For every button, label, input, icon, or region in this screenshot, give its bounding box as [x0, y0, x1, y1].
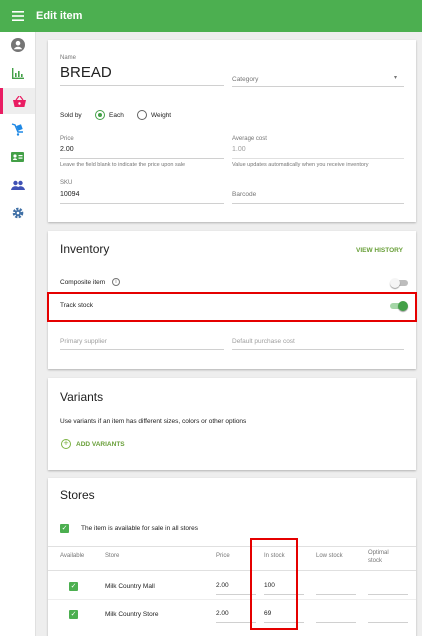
- category-underline: [232, 86, 404, 87]
- variants-description: Use variants if an item has different si…: [60, 418, 247, 425]
- table-top-divider: [48, 546, 416, 547]
- average-cost-underline: [232, 158, 404, 159]
- main-content: Name BREAD Category ▾ Sold by Each Weigh…: [36, 32, 422, 636]
- store-available-checkbox[interactable]: ✓: [69, 582, 78, 591]
- barcode-input[interactable]: Barcode: [232, 191, 256, 198]
- col-available: Available: [60, 553, 85, 559]
- name-label: Name: [60, 55, 77, 61]
- sold-by-label: Sold by: [60, 112, 82, 119]
- sold-by-each-label: Each: [109, 112, 124, 119]
- average-cost-label: Average cost: [232, 136, 267, 142]
- variants-card: Variants Use variants if an item has dif…: [48, 378, 416, 470]
- store-low-stock-input[interactable]: [316, 622, 356, 623]
- customers-icon[interactable]: [0, 172, 35, 198]
- page-title: Edit item: [36, 10, 83, 22]
- reports-icon[interactable]: [0, 60, 35, 86]
- name-input[interactable]: BREAD: [60, 64, 112, 81]
- info-icon[interactable]: i: [112, 278, 120, 286]
- stores-title: Stores: [60, 488, 95, 502]
- sold-by-each-radio[interactable]: [95, 110, 105, 120]
- default-purchase-cost-input[interactable]: Default purchase cost: [232, 338, 295, 345]
- col-store: Store: [105, 553, 120, 559]
- in-stock-highlight: [250, 538, 298, 630]
- chevron-down-icon[interactable]: ▾: [394, 74, 397, 81]
- hamburger-icon[interactable]: [0, 0, 36, 32]
- app-bar: Edit item: [0, 0, 422, 32]
- price-underline: [60, 158, 224, 159]
- sku-underline: [60, 203, 224, 204]
- available-all-checkbox[interactable]: ✓: [60, 524, 69, 533]
- sku-input[interactable]: 10094: [60, 191, 79, 198]
- employees-badge-icon[interactable]: [0, 144, 35, 170]
- price-hint: Leave the field blank to indicate the pr…: [60, 162, 186, 168]
- barcode-underline: [232, 203, 404, 204]
- store-available-checkbox[interactable]: ✓: [69, 610, 78, 619]
- row-divider: [48, 599, 416, 600]
- store-optimal-stock-input[interactable]: [368, 594, 408, 595]
- col-price: Price: [216, 553, 230, 559]
- available-all-label: The item is available for sale in all st…: [81, 525, 199, 532]
- store-price-input[interactable]: 2.00: [216, 582, 229, 589]
- col-optimal-stock: Optimal stock: [368, 550, 389, 564]
- sold-by-weight-radio[interactable]: [137, 110, 147, 120]
- col-low-stock: Low stock: [316, 553, 343, 559]
- composite-item-label: Composite item: [60, 279, 106, 286]
- average-cost-value: 1.00: [232, 146, 246, 153]
- track-stock-highlight: [47, 292, 417, 322]
- add-variants-button[interactable]: ADD VARIANTS: [76, 441, 125, 448]
- average-cost-hint: Value updates automatically when you rec…: [232, 162, 369, 168]
- composite-item-toggle[interactable]: [390, 278, 410, 288]
- variants-title: Variants: [60, 390, 104, 404]
- store-name: Milk Country Mall: [105, 583, 155, 590]
- category-select[interactable]: Category: [232, 76, 258, 83]
- store-optimal-stock-input[interactable]: [368, 622, 408, 623]
- primary-supplier-input[interactable]: Primary supplier: [60, 338, 107, 345]
- account-icon[interactable]: [0, 32, 35, 58]
- inventory-cart-icon[interactable]: [0, 116, 35, 142]
- store-price-input[interactable]: 2.00: [216, 610, 229, 617]
- item-details-card: Name BREAD Category ▾ Sold by Each Weigh…: [48, 40, 416, 222]
- sold-by-weight-label: Weight: [151, 112, 172, 119]
- table-header-divider: [48, 570, 416, 571]
- default-purchase-cost-underline: [232, 349, 404, 350]
- primary-supplier-underline: [60, 349, 224, 350]
- items-basket-icon[interactable]: [0, 88, 35, 114]
- view-history-button[interactable]: VIEW HISTORY: [356, 247, 403, 254]
- sku-label: SKU: [60, 180, 73, 186]
- nav-rail: [0, 32, 36, 636]
- name-underline: [60, 85, 224, 86]
- settings-gear-icon[interactable]: [0, 200, 35, 226]
- store-name: Milk Country Store: [105, 611, 159, 618]
- stores-card: Stores ✓ The item is available for sale …: [48, 478, 416, 636]
- price-label: Price: [60, 136, 74, 142]
- add-circle-icon[interactable]: +: [61, 439, 71, 449]
- store-low-stock-input[interactable]: [316, 594, 356, 595]
- price-input[interactable]: 2.00: [60, 146, 74, 153]
- inventory-title: Inventory: [60, 242, 110, 256]
